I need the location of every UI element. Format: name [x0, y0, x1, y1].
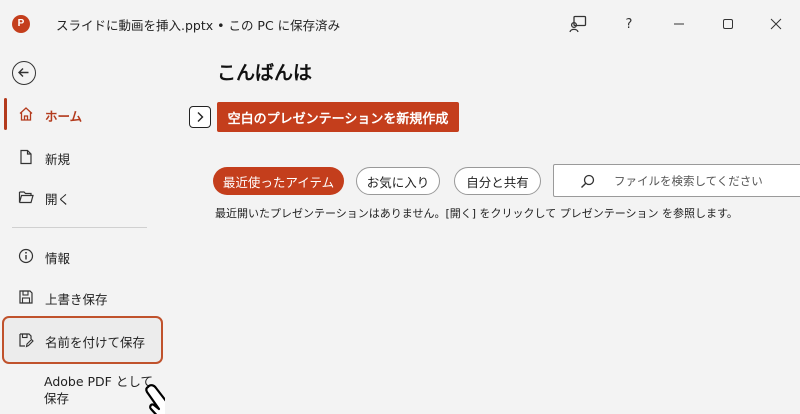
- help-icon[interactable]: ?: [617, 12, 641, 36]
- sidebar-item-new[interactable]: 新規: [0, 137, 165, 177]
- export-pdf-label-line1: Adobe PDF として: [44, 374, 153, 389]
- save-as-icon: [19, 333, 34, 348]
- home-icon: [19, 107, 33, 121]
- minimize-button[interactable]: [667, 12, 691, 36]
- home-pane: こんばんは 空白のプレゼンテーションを新規作成 最近使ったアイテム お気に入り …: [165, 48, 800, 414]
- greeting-heading: こんばんは: [217, 62, 313, 84]
- sidebar-item-export-pdf[interactable]: Adobe PDF として 保存: [44, 373, 153, 407]
- sidebar-divider: [12, 227, 147, 228]
- sidebar-item-label: 上書き保存: [45, 292, 108, 307]
- search-input[interactable]: [614, 172, 794, 190]
- back-arrow-icon: [18, 68, 29, 77]
- sidebar-item-save-as[interactable]: 名前を付けて保存: [0, 320, 165, 360]
- backstage-sidebar: ホーム 新規 開く 情報 上書き保存 名前を付けて保存 Adobe PDF とし…: [0, 48, 192, 414]
- powerpoint-logo-icon: P: [12, 15, 30, 33]
- save-icon: [19, 290, 33, 304]
- sidebar-item-label: 開く: [45, 192, 71, 207]
- sidebar-item-save[interactable]: 上書き保存: [0, 277, 165, 317]
- title-bar: P スライドに動画を挿入.pptx • この PC に保存済み ?: [0, 0, 800, 48]
- presenter-coaching-icon[interactable]: [566, 12, 590, 36]
- maximize-button[interactable]: [716, 12, 740, 36]
- tab-favorites[interactable]: お気に入り: [356, 167, 440, 195]
- open-folder-icon: [18, 191, 34, 204]
- tab-shared-with-me[interactable]: 自分と共有: [454, 167, 541, 195]
- file-search-box[interactable]: [553, 164, 800, 197]
- sidebar-item-label: 新規: [45, 152, 71, 167]
- info-icon: [18, 248, 34, 264]
- back-button[interactable]: [12, 61, 36, 85]
- sidebar-item-label: 情報: [45, 251, 71, 266]
- close-button[interactable]: [764, 12, 788, 36]
- help-label: ?: [625, 16, 633, 32]
- tab-recent[interactable]: 最近使ったアイテム: [213, 167, 344, 195]
- sidebar-item-info[interactable]: 情報: [0, 236, 165, 276]
- window-title: スライドに動画を挿入.pptx • この PC に保存済み: [56, 18, 341, 33]
- sidebar-item-label: ホーム: [45, 109, 83, 124]
- chevron-right-icon: [197, 112, 204, 122]
- sidebar-item-label: 名前を付けて保存: [45, 335, 146, 350]
- export-pdf-label-line2: 保存: [44, 391, 70, 406]
- empty-recent-message: 最近開いたプレゼンテーションはありません。[開く] をクリックして プレゼンテー…: [215, 207, 738, 220]
- new-blank-presentation-button[interactable]: 空白のプレゼンテーションを新規作成: [217, 102, 459, 132]
- new-document-icon: [20, 149, 32, 165]
- expand-templates-button[interactable]: [189, 106, 211, 128]
- sidebar-item-home[interactable]: ホーム: [0, 94, 165, 134]
- search-icon: [581, 174, 595, 188]
- sidebar-item-open[interactable]: 開く: [0, 177, 165, 217]
